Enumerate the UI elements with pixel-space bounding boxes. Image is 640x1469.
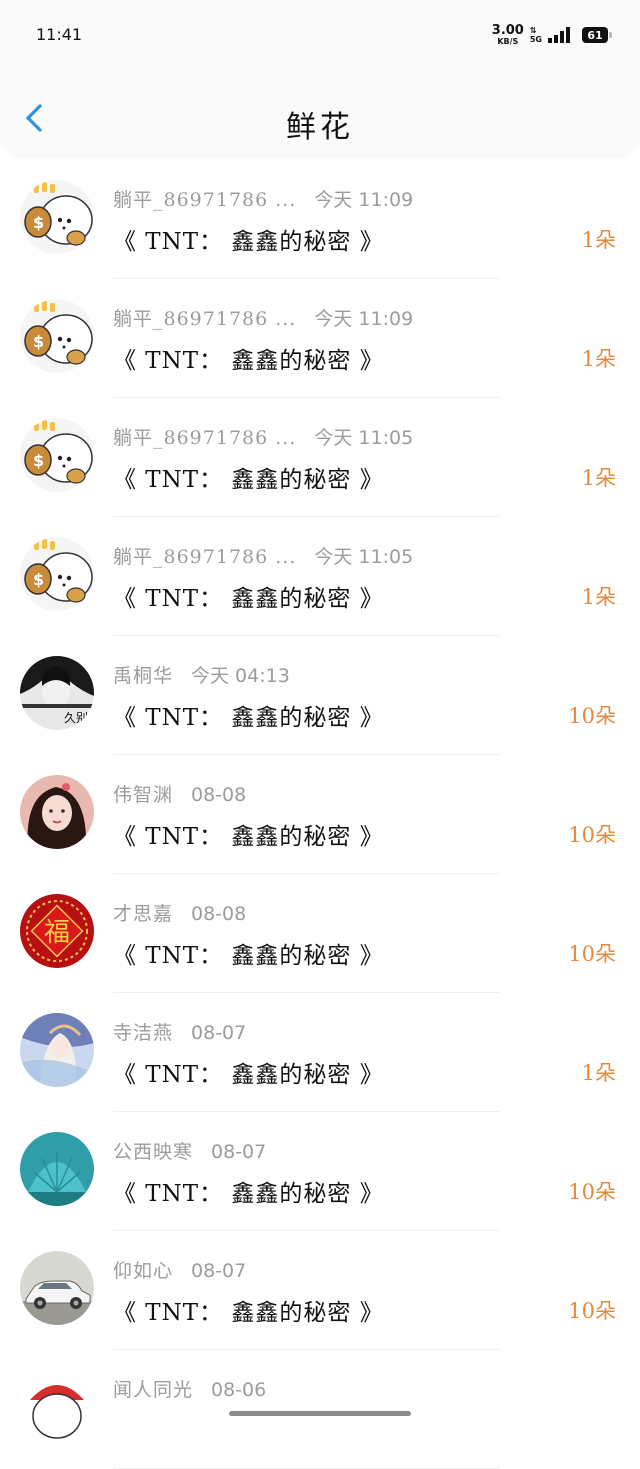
avatar[interactable] (20, 1251, 94, 1325)
work-title: 《 TNT： 鑫鑫的秘密 》 (113, 705, 384, 731)
network-speed: 3.00 KB/S (492, 24, 524, 46)
item-meta: 躺平_86971786 ... 今天 11:05 (113, 542, 413, 569)
work-title: 《 TNT： 鑫鑫的秘密 》 (113, 467, 384, 493)
sender-name: 寺洁燕 (113, 1022, 174, 1044)
avatar[interactable] (20, 1132, 94, 1206)
sender-name: 躺平_86971786 ... (113, 308, 297, 330)
item-meta: 伟智渊 08-08 (113, 780, 246, 807)
page-title: 鲜花 (286, 110, 354, 145)
sender-name: 闻人同光 (113, 1379, 194, 1401)
list-item[interactable]: $ 躺平_86971786 ... 今天 11:09 《 TNT： 鑫鑫的秘密 》… (0, 279, 640, 398)
svg-text:$: $ (33, 451, 44, 470)
list-item[interactable]: 久别 禹桐华 今天 04:13 《 TNT： 鑫鑫的秘密 》 10朵 (0, 636, 640, 755)
item-meta: 才思嘉 08-08 (113, 899, 246, 926)
list-item[interactable]: 公西映寒 08-07 《 TNT： 鑫鑫的秘密 》 10朵 (0, 1112, 640, 1231)
item-meta: 闻人同光 08-06 (113, 1375, 266, 1402)
work-title: 《 TNT： 鑫鑫的秘密 》 (113, 1181, 384, 1207)
item-meta: 躺平_86971786 ... 今天 11:05 (113, 423, 413, 450)
flower-count: 10朵 (568, 1180, 616, 1204)
avatar[interactable]: $ (20, 537, 94, 611)
svg-text:$: $ (33, 213, 44, 232)
svg-text:$: $ (33, 570, 44, 589)
gift-time: 08-07 (191, 1022, 247, 1044)
work-title: 《 TNT： 鑫鑫的秘密 》 (113, 229, 384, 255)
home-indicator[interactable] (229, 1411, 411, 1416)
svg-text:久别: 久别 (64, 711, 88, 725)
sender-name: 躺平_86971786 ... (113, 427, 297, 449)
list-item[interactable]: 福 才思嘉 08-08 《 TNT： 鑫鑫的秘密 》 10朵 (0, 874, 640, 993)
item-meta: 躺平_86971786 ... 今天 11:09 (113, 185, 413, 212)
page-header: 鲜花 (0, 70, 640, 156)
item-meta: 公西映寒 08-07 (113, 1137, 266, 1164)
list-item[interactable]: $ 躺平_86971786 ... 今天 11:09 《 TNT： 鑫鑫的秘密 》… (0, 160, 640, 279)
item-meta: 仰如心 08-07 (113, 1256, 246, 1283)
avatar[interactable] (20, 1013, 94, 1087)
list-item[interactable]: 寺洁燕 08-07 《 TNT： 鑫鑫的秘密 》 1朵 (0, 993, 640, 1112)
gift-time: 今天 11:09 (314, 308, 414, 330)
network-type-icon: ⇅ 5G (529, 26, 542, 44)
flower-count: 10朵 (568, 1299, 616, 1323)
flower-count: 1朵 (581, 1061, 616, 1085)
list-item[interactable]: 闻人同光 08-06 (0, 1350, 640, 1469)
work-title: 《 TNT： 鑫鑫的秘密 》 (113, 824, 384, 850)
battery-level: 61 (587, 28, 603, 42)
list-item[interactable]: 伟智渊 08-08 《 TNT： 鑫鑫的秘密 》 10朵 (0, 755, 640, 874)
gift-time: 08-07 (211, 1141, 267, 1163)
work-title: 《 TNT： 鑫鑫的秘密 》 (113, 586, 384, 612)
avatar[interactable]: 福 (20, 894, 94, 968)
gift-time: 08-06 (211, 1379, 267, 1401)
work-title: 《 TNT： 鑫鑫的秘密 》 (113, 348, 384, 374)
flower-count: 1朵 (581, 347, 616, 371)
gift-time: 今天 11:05 (314, 546, 414, 568)
sender-name: 禹桐华 (113, 665, 174, 687)
flower-count: 1朵 (581, 585, 616, 609)
gift-time: 今天 11:05 (314, 427, 414, 449)
sender-name: 才思嘉 (113, 903, 174, 925)
flower-count: 10朵 (568, 704, 616, 728)
sender-name: 仰如心 (113, 1260, 174, 1282)
gift-time: 今天 11:09 (314, 189, 414, 211)
flower-count: 1朵 (581, 466, 616, 490)
network-speed-unit: KB/S (497, 37, 519, 46)
gift-time: 今天 04:13 (191, 665, 290, 687)
flower-count: 10朵 (568, 942, 616, 966)
flower-count: 10朵 (568, 823, 616, 847)
gift-time: 08-07 (191, 1260, 247, 1282)
network-speed-value: 3.00 (491, 23, 524, 38)
item-meta: 躺平_86971786 ... 今天 11:09 (113, 304, 413, 331)
avatar[interactable]: 久别 (20, 656, 94, 730)
work-title: 《 TNT： 鑫鑫的秘密 》 (113, 1062, 384, 1088)
avatar[interactable] (20, 775, 94, 849)
gift-time: 08-08 (191, 903, 247, 925)
sender-name: 躺平_86971786 ... (113, 189, 297, 211)
list-item[interactable]: $ 躺平_86971786 ... 今天 11:05 《 TNT： 鑫鑫的秘密 》… (0, 398, 640, 517)
flower-count: 1朵 (581, 228, 616, 252)
status-icons: 3.00 KB/S ⇅ 5G 61 (492, 24, 612, 46)
sender-name: 公西映寒 (113, 1141, 194, 1163)
item-meta: 寺洁燕 08-07 (113, 1018, 246, 1045)
list-item[interactable]: 仰如心 08-07 《 TNT： 鑫鑫的秘密 》 10朵 (0, 1231, 640, 1350)
status-bar: 11:41 3.00 KB/S ⇅ 5G 61 (0, 0, 640, 70)
svg-text:福: 福 (44, 918, 70, 948)
item-meta: 禹桐华 今天 04:13 (113, 661, 290, 688)
work-title: 《 TNT： 鑫鑫的秘密 》 (113, 943, 384, 969)
avatar[interactable]: $ (20, 299, 94, 373)
status-time: 11:41 (36, 25, 83, 44)
battery-icon: 61 (582, 27, 612, 43)
flower-gift-list: $ 躺平_86971786 ... 今天 11:09 《 TNT： 鑫鑫的秘密 》… (0, 160, 640, 1469)
gift-time: 08-08 (191, 784, 247, 806)
avatar[interactable]: $ (20, 418, 94, 492)
avatar[interactable]: $ (20, 180, 94, 254)
svg-text:$: $ (33, 332, 44, 351)
sender-name: 躺平_86971786 ... (113, 546, 297, 568)
work-title: 《 TNT： 鑫鑫的秘密 》 (113, 1300, 384, 1326)
list-item[interactable]: $ 躺平_86971786 ... 今天 11:05 《 TNT： 鑫鑫的秘密 》… (0, 517, 640, 636)
avatar[interactable] (20, 1370, 94, 1444)
sender-name: 伟智渊 (113, 784, 174, 806)
signal-bars-icon (548, 27, 570, 43)
